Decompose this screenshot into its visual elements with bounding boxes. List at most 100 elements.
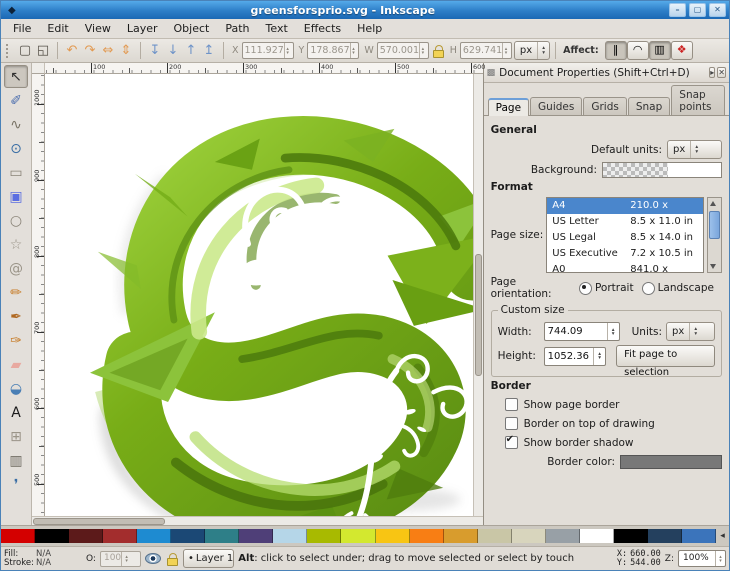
custom-units-combo[interactable]: px <box>666 322 715 341</box>
lower-button[interactable]: ↓ <box>164 42 182 60</box>
menu-item-path[interactable]: Path <box>217 20 257 37</box>
x-field[interactable]: 111.927 <box>242 42 294 59</box>
fill-stroke-indicator[interactable]: Fill:N/A Stroke:N/A <box>4 550 82 568</box>
gradient-tool[interactable]: ▥ <box>4 449 28 472</box>
toolbar-drag-handle[interactable] <box>5 43 10 59</box>
move-patterns-toggle[interactable]: ❖ <box>671 41 693 60</box>
calligraphy-tool[interactable]: ✑ <box>4 329 28 352</box>
dock-close-button[interactable]: ✕ <box>717 67 726 78</box>
layer-visibility-icon[interactable] <box>145 553 161 564</box>
connector-tool[interactable]: ⊞ <box>4 425 28 448</box>
layer-selector[interactable]: • Layer 1 <box>183 549 234 568</box>
menu-item-object[interactable]: Object <box>166 20 218 37</box>
lock-ratio-icon[interactable] <box>432 45 444 57</box>
menu-item-text[interactable]: Text <box>258 20 296 37</box>
rectangle-tool[interactable]: ▭ <box>4 161 28 184</box>
palette-swatch[interactable] <box>341 529 375 543</box>
checkbox-show-border-shadow[interactable] <box>505 436 518 449</box>
palette-swatch[interactable] <box>35 529 69 543</box>
eraser-tool[interactable]: ▰ <box>4 353 28 376</box>
paintbucket-tool[interactable]: ◒ <box>4 377 28 400</box>
width-field[interactable]: 570.001 <box>377 42 429 59</box>
canvas[interactable] <box>45 74 473 516</box>
height-field[interactable]: 629.741 <box>460 42 512 59</box>
page-size-option-us-letter[interactable]: US Letter8.5 x 11.0 in <box>547 214 703 230</box>
flip-vertical-button[interactable]: ⇕ <box>117 42 135 60</box>
zoom-field[interactable]: 100% <box>678 550 726 567</box>
page-size-scrollbar[interactable] <box>707 197 722 273</box>
tab-guides[interactable]: Guides <box>530 97 582 115</box>
palette-swatch[interactable] <box>171 529 205 543</box>
palette-swatch[interactable] <box>682 529 716 543</box>
palette-swatch[interactable] <box>205 529 239 543</box>
zoom-tool[interactable]: ⊙ <box>4 137 28 160</box>
minimize-button[interactable]: – <box>669 3 686 17</box>
canvas-vertical-scrollbar[interactable] <box>473 74 483 516</box>
opacity-spinner-icon[interactable] <box>121 552 131 566</box>
spiral-tool[interactable]: @ <box>4 257 28 280</box>
tab-snap-points[interactable]: Snap points <box>671 85 725 115</box>
width-spinner-icon[interactable] <box>607 323 619 340</box>
scale-rounded-corners-toggle[interactable]: ◠ <box>627 41 649 60</box>
menu-item-layer[interactable]: Layer <box>119 20 166 37</box>
tab-page[interactable]: Page <box>488 98 529 116</box>
palette-swatch[interactable] <box>614 529 648 543</box>
palette-swatch[interactable] <box>307 529 341 543</box>
palette-swatch[interactable] <box>69 529 103 543</box>
dropper-tool[interactable]: ❜ <box>4 473 28 496</box>
palette-swatch[interactable] <box>1 529 35 543</box>
y-spinner-icon[interactable] <box>350 43 357 58</box>
pen-tool[interactable]: ✒ <box>4 305 28 328</box>
custom-height-field[interactable]: 1052.36 <box>544 347 607 366</box>
portrait-radio[interactable] <box>579 282 592 295</box>
palette-scroll-left-icon[interactable]: ◂ <box>716 531 729 541</box>
text-tool[interactable]: A <box>4 401 28 424</box>
background-color-swatch[interactable] <box>602 162 722 178</box>
y-field[interactable]: 178.867 <box>307 42 359 59</box>
checkbox-border-on-top-of-drawing[interactable] <box>505 417 518 430</box>
default-units-combo[interactable]: px <box>667 140 722 159</box>
rotate-ccw-button[interactable]: ↶ <box>63 42 81 60</box>
menu-item-file[interactable]: File <box>5 20 39 37</box>
checkbox-show-page-border[interactable] <box>505 398 518 411</box>
fit-page-to-selection-button[interactable]: Fit page to selection <box>616 345 715 367</box>
star-tool[interactable]: ☆ <box>4 233 28 256</box>
raise-button[interactable]: ↑ <box>182 42 200 60</box>
units-combo[interactable]: px <box>514 41 550 60</box>
palette-swatch[interactable] <box>512 529 546 543</box>
box3d-tool[interactable]: ▣ <box>4 185 28 208</box>
select-touch-button[interactable]: ◱ <box>34 42 52 60</box>
page-size-option-a0[interactable]: A0841.0 x 1189.0 mm <box>547 262 703 273</box>
close-button[interactable]: ✕ <box>709 3 726 17</box>
selector-tool[interactable]: ↖ <box>4 65 28 88</box>
palette-swatch[interactable] <box>137 529 171 543</box>
palette-swatch[interactable] <box>103 529 137 543</box>
flip-horizontal-button[interactable]: ⇔ <box>99 42 117 60</box>
palette-swatch[interactable] <box>273 529 307 543</box>
menu-item-help[interactable]: Help <box>349 20 390 37</box>
page-size-option-us-executive[interactable]: US Executive7.2 x 10.5 in <box>547 246 703 262</box>
palette-swatch[interactable] <box>546 529 580 543</box>
vertical-ruler[interactable]: 1000900800700600500 <box>32 74 45 516</box>
pencil-tool[interactable]: ✏ <box>4 281 28 304</box>
palette-swatch[interactable] <box>410 529 444 543</box>
canvas-horizontal-scrollbar[interactable] <box>32 516 483 525</box>
tweak-tool[interactable]: ∿ <box>4 113 28 136</box>
menu-item-view[interactable]: View <box>77 20 119 37</box>
page-size-list[interactable]: A4210.0 x 297.0 mmUS Letter8.5 x 11.0 in… <box>546 197 704 273</box>
palette-swatch[interactable] <box>376 529 410 543</box>
border-color-swatch[interactable] <box>620 455 722 469</box>
vertical-scrollbar-thumb[interactable] <box>475 254 482 376</box>
lower-to-bottom-button[interactable]: ↧ <box>146 42 164 60</box>
tab-grids[interactable]: Grids <box>583 97 627 115</box>
palette-swatch[interactable] <box>239 529 273 543</box>
select-all-button[interactable]: ▢ <box>16 42 34 60</box>
ellipse-tool[interactable]: ○ <box>4 209 28 232</box>
scale-stroke-toggle[interactable]: ‖ <box>605 41 627 60</box>
height-spinner-icon[interactable] <box>593 348 605 365</box>
custom-width-field[interactable]: 744.09 <box>544 322 620 341</box>
palette-swatch[interactable] <box>444 529 478 543</box>
horizontal-ruler[interactable]: 100200300400500600 <box>45 63 483 74</box>
height-spinner-icon[interactable] <box>502 43 509 58</box>
horizontal-scrollbar-thumb[interactable] <box>33 518 165 525</box>
